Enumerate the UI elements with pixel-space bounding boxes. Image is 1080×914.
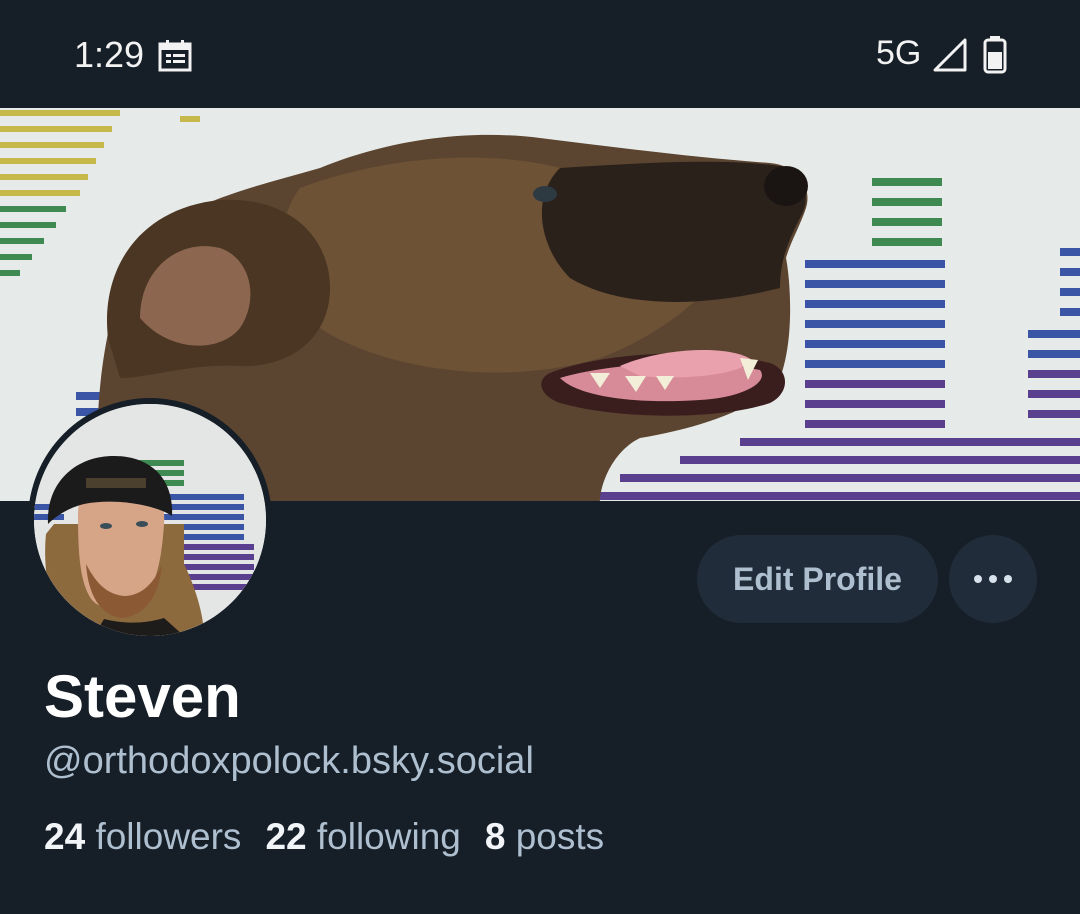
- following-stat[interactable]: 22 following: [265, 816, 460, 858]
- network-type: 5G: [876, 34, 922, 72]
- following-label: following: [316, 816, 461, 857]
- profile-stats: 24 followers 22 following 8 posts: [44, 816, 628, 858]
- avatar[interactable]: [34, 404, 266, 636]
- posts-count: 8: [484, 816, 506, 857]
- followers-label: followers: [95, 816, 242, 857]
- status-time: 1:29: [74, 34, 145, 75]
- followers-count: 24: [44, 816, 86, 857]
- battery-icon: [983, 36, 1007, 74]
- followers-stat[interactable]: 24 followers: [44, 816, 241, 858]
- posts-label: posts: [515, 816, 605, 857]
- profile-handle: @orthodoxpolock.bsky.social: [44, 740, 534, 782]
- posts-stat: 8 posts: [485, 816, 604, 858]
- display-name: Steven: [44, 663, 241, 730]
- status-bar: 1:29 5G: [0, 0, 1080, 108]
- following-count: 22: [265, 816, 307, 857]
- signal-icon: [933, 38, 967, 72]
- more-options-button[interactable]: [949, 535, 1037, 623]
- edit-profile-button[interactable]: Edit Profile: [697, 535, 938, 623]
- calendar-icon: [158, 40, 192, 72]
- avatar-image: [34, 404, 266, 636]
- more-horizontal-icon: [974, 575, 1012, 583]
